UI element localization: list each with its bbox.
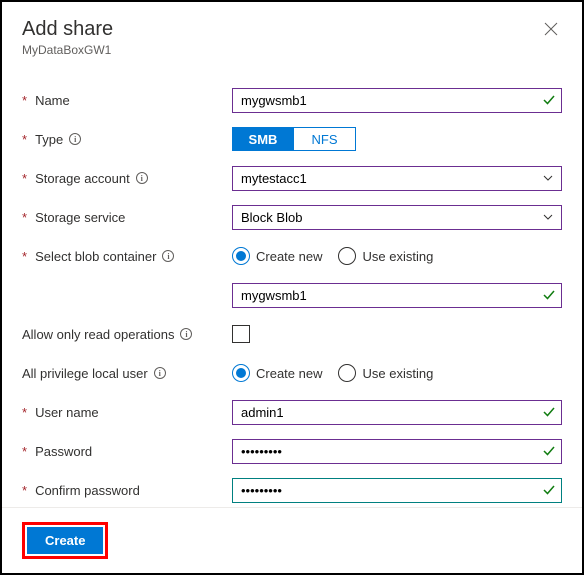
- info-icon[interactable]: [136, 172, 148, 184]
- type-toggle: SMB NFS: [232, 127, 562, 151]
- highlight-box: Create: [22, 522, 108, 559]
- radio-container-use-existing[interactable]: Use existing: [338, 247, 433, 265]
- storage-service-select[interactable]: Block Blob: [232, 205, 562, 230]
- confirm-password-input[interactable]: [232, 478, 562, 503]
- container-name-input[interactable]: [232, 283, 562, 308]
- label-confirm-password: *Confirm password: [22, 483, 232, 498]
- create-button[interactable]: Create: [27, 527, 103, 554]
- toggle-nfs[interactable]: NFS: [294, 127, 356, 151]
- radio-container-create-new[interactable]: Create new: [232, 247, 322, 265]
- label-allow-read-only: Allow only read operations: [22, 327, 232, 342]
- info-icon[interactable]: [162, 250, 174, 262]
- toggle-smb[interactable]: SMB: [232, 127, 294, 151]
- panel-subtitle: MyDataBoxGW1: [22, 43, 113, 57]
- label-blob-container: *Select blob container: [22, 249, 232, 264]
- label-name: *Name: [22, 93, 232, 108]
- label-all-priv-user: All privilege local user: [22, 366, 232, 381]
- label-password: *Password: [22, 444, 232, 459]
- allow-read-only-checkbox[interactable]: [232, 325, 250, 343]
- name-input[interactable]: [232, 88, 562, 113]
- label-storage-account: *Storage account: [22, 171, 232, 186]
- password-input[interactable]: [232, 439, 562, 464]
- info-icon[interactable]: [154, 367, 166, 379]
- info-icon[interactable]: [69, 133, 81, 145]
- label-type: *Type: [22, 132, 232, 147]
- label-user-name: *User name: [22, 405, 232, 420]
- radio-user-create-new[interactable]: Create new: [232, 364, 322, 382]
- user-name-input[interactable]: [232, 400, 562, 425]
- label-storage-service: *Storage service: [22, 210, 232, 225]
- radio-user-use-existing[interactable]: Use existing: [338, 364, 433, 382]
- panel-title: Add share: [22, 18, 113, 41]
- info-icon[interactable]: [180, 328, 192, 340]
- close-icon[interactable]: [540, 18, 562, 40]
- storage-account-select[interactable]: mytestacc1: [232, 166, 562, 191]
